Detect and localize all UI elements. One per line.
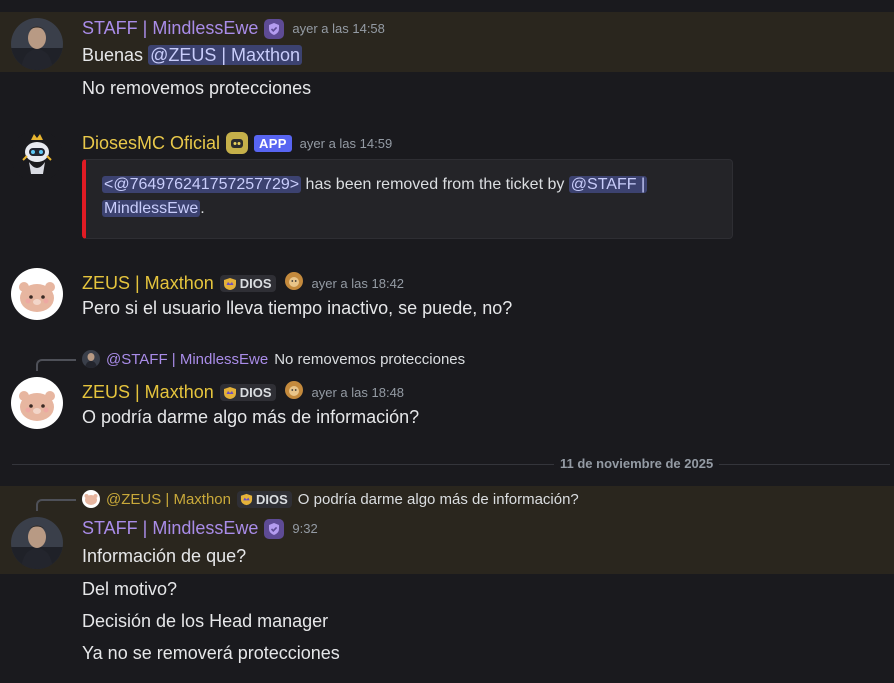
avatar-zeus[interactable] (11, 377, 63, 429)
timestamp[interactable]: ayer a las 14:58 (292, 21, 385, 36)
reply-spine (36, 499, 76, 511)
user-mention-raw[interactable]: <@764976241757257729> (102, 176, 302, 193)
verified-icon (264, 18, 285, 39)
message-text: Buenas (82, 45, 144, 65)
message-header-bot: DiosesMC Oficial APP ayer a las 14:59 (82, 132, 392, 154)
role-tag[interactable]: DIOS (219, 275, 276, 292)
crown-shield-icon (223, 386, 236, 399)
app-tag: APP (254, 134, 292, 152)
username-staff[interactable]: STAFF | MindlessEwe (82, 18, 258, 39)
embed-text: has been removed from the ticket by (301, 176, 569, 193)
avatar-zeus[interactable] (11, 268, 63, 320)
reply-username[interactable]: @ZEUS | Maxthon (106, 491, 231, 508)
timestamp[interactable]: 9:32 (292, 521, 317, 536)
timestamp[interactable]: ayer a las 18:42 (312, 276, 405, 291)
message-header-staff-1: STAFF | MindlessEwe ayer a las 14:58 (82, 18, 385, 39)
username-diosesmc[interactable]: DiosesMC Oficial (82, 133, 220, 154)
crown-shield-icon (240, 493, 253, 505)
date-divider-line (12, 464, 890, 465)
crown-shield-icon (223, 277, 236, 290)
reply-text: No removemos protecciones (274, 350, 466, 368)
reply-text: O podría darme algo más de información? (297, 490, 579, 508)
user-mention[interactable]: MindlessEwe (102, 200, 201, 217)
embed-text: . (200, 200, 205, 217)
embed: <@764976241757257729> has been removed f… (82, 159, 733, 239)
user-mention[interactable]: @STAFF | (568, 176, 648, 193)
message-line: Decisión de los Head manager (82, 611, 329, 631)
message-header-zeus-1: ZEUS | Maxthon DIOS ayer a las 18:42 (82, 271, 404, 296)
avatar-staff[interactable] (11, 517, 63, 569)
reply-preview[interactable]: @STAFF | MindlessEwe No removemos protec… (82, 350, 465, 368)
message-line: Del motivo? (82, 579, 178, 599)
avatar-staff[interactable] (11, 18, 63, 70)
message-line: No removemos protecciones (82, 78, 312, 98)
lion-icon (284, 271, 304, 296)
reply-username[interactable]: @STAFF | MindlessEwe (106, 351, 268, 368)
username-zeus[interactable]: ZEUS | Maxthon (82, 273, 214, 294)
message-line: Información de que? (82, 546, 247, 566)
role-tag[interactable]: DIOS (219, 384, 276, 401)
message-header-staff-2: STAFF | MindlessEwe 9:32 (82, 518, 318, 539)
timestamp[interactable]: ayer a las 14:59 (300, 136, 393, 151)
user-mention[interactable]: @ZEUS | Maxthon (148, 45, 303, 65)
username-zeus[interactable]: ZEUS | Maxthon (82, 382, 214, 403)
lion-icon (284, 380, 304, 405)
avatar-diosesmc[interactable] (11, 130, 63, 182)
embed-description: <@764976241757257729> has been removed f… (102, 173, 702, 221)
avatar-staff-mini (82, 350, 100, 368)
date-divider-label: 11 de noviembre de 2025 (554, 456, 720, 471)
message-line: Buenas @ZEUS | Maxthon (82, 45, 303, 66)
role-tag[interactable]: DIOS (237, 490, 292, 508)
verified-icon (264, 518, 285, 539)
message-header-zeus-2: ZEUS | Maxthon DIOS ayer a las 18:48 (82, 380, 404, 405)
message-line: O podría darme algo más de información? (82, 407, 420, 427)
timestamp[interactable]: ayer a las 18:48 (312, 385, 405, 400)
username-staff[interactable]: STAFF | MindlessEwe (82, 518, 258, 539)
avatar-zeus-mini (82, 490, 100, 508)
role-label: DIOS (239, 276, 272, 291)
role-label: DIOS (239, 385, 272, 400)
reply-preview[interactable]: @ZEUS | Maxthon DIOS O podría darme algo… (82, 490, 579, 508)
reply-spine (36, 359, 76, 371)
role-label: DIOS (256, 491, 288, 507)
message-line: Ya no se removerá protecciones (82, 643, 340, 663)
message-line: Pero si el usuario lleva tiempo inactivo… (82, 298, 513, 318)
bot-icon (226, 132, 249, 154)
